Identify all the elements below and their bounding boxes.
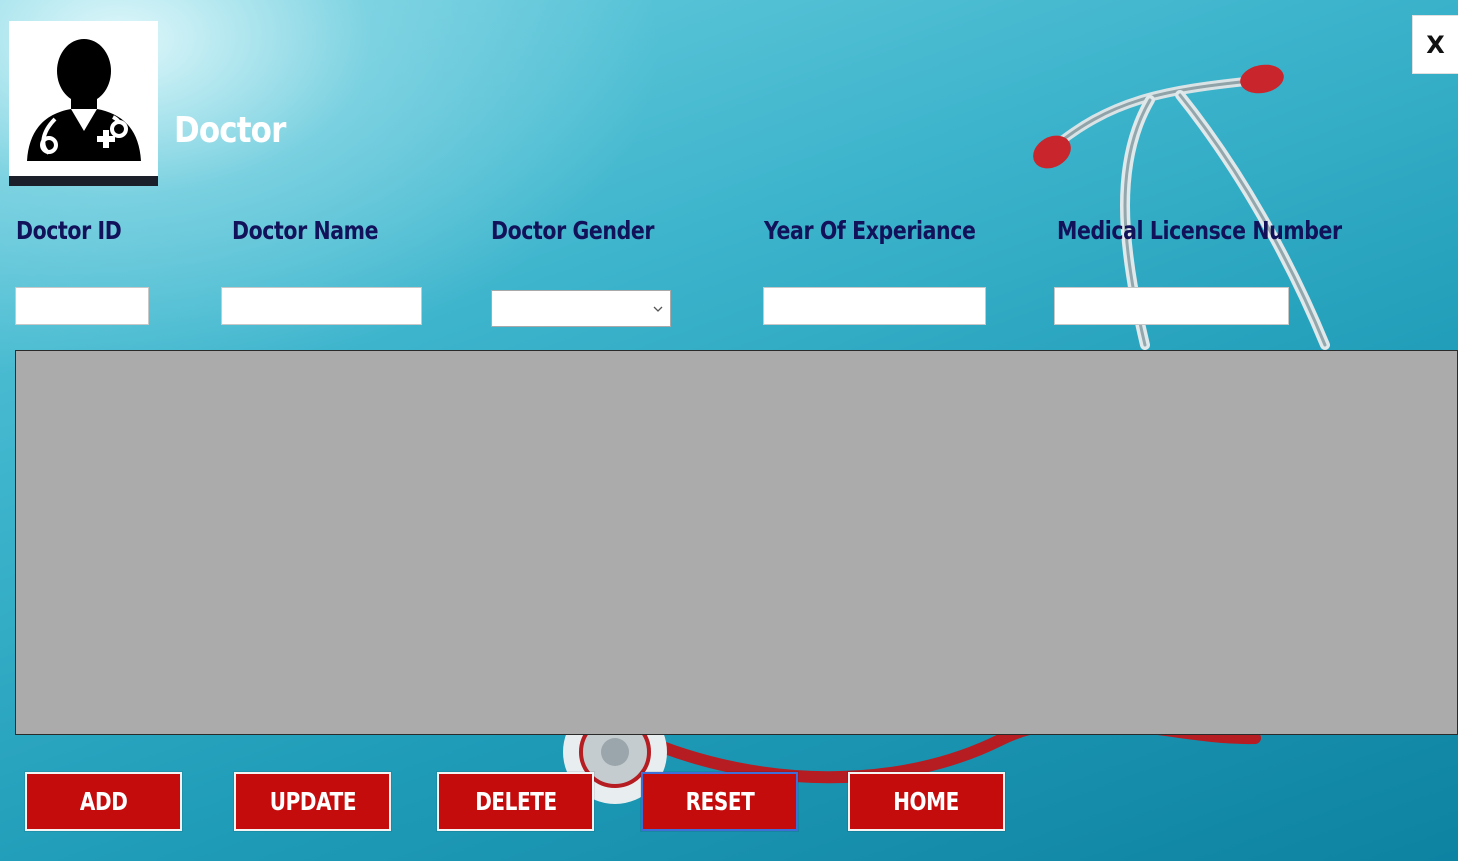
- delete-button[interactable]: DELETE: [437, 772, 594, 831]
- doctor-id-label: Doctor ID: [16, 216, 122, 245]
- years-experience-label: Year Of Experiance: [764, 216, 976, 245]
- home-button[interactable]: HOME: [848, 772, 1005, 831]
- doctor-data-grid[interactable]: [15, 350, 1458, 735]
- license-number-label: Medical Licensce Number: [1057, 216, 1342, 245]
- doctor-id-input[interactable]: [15, 287, 149, 325]
- doctor-avatar-icon: [27, 39, 141, 161]
- update-button-label: UPDATE: [269, 787, 356, 816]
- reset-button[interactable]: RESET: [641, 772, 798, 831]
- close-icon: X: [1426, 30, 1445, 59]
- doctor-gender-label: Doctor Gender: [491, 216, 655, 245]
- close-button[interactable]: X: [1412, 15, 1458, 74]
- home-button-label: HOME: [893, 787, 960, 816]
- page-title: Doctor: [174, 110, 286, 151]
- doctor-name-input[interactable]: [221, 287, 422, 325]
- doctor-logo: [9, 21, 158, 186]
- delete-button-label: DELETE: [474, 787, 557, 816]
- doctor-gender-select[interactable]: [491, 290, 671, 327]
- update-button[interactable]: UPDATE: [234, 772, 391, 831]
- years-experience-input[interactable]: [763, 287, 986, 325]
- logo-footer-strip: [9, 176, 158, 186]
- chevron-down-icon: [653, 306, 663, 312]
- license-number-input[interactable]: [1054, 287, 1289, 325]
- add-button-label: ADD: [79, 787, 128, 816]
- doctor-name-label: Doctor Name: [232, 216, 379, 245]
- add-button[interactable]: ADD: [25, 772, 182, 831]
- reset-button-label: RESET: [685, 787, 754, 816]
